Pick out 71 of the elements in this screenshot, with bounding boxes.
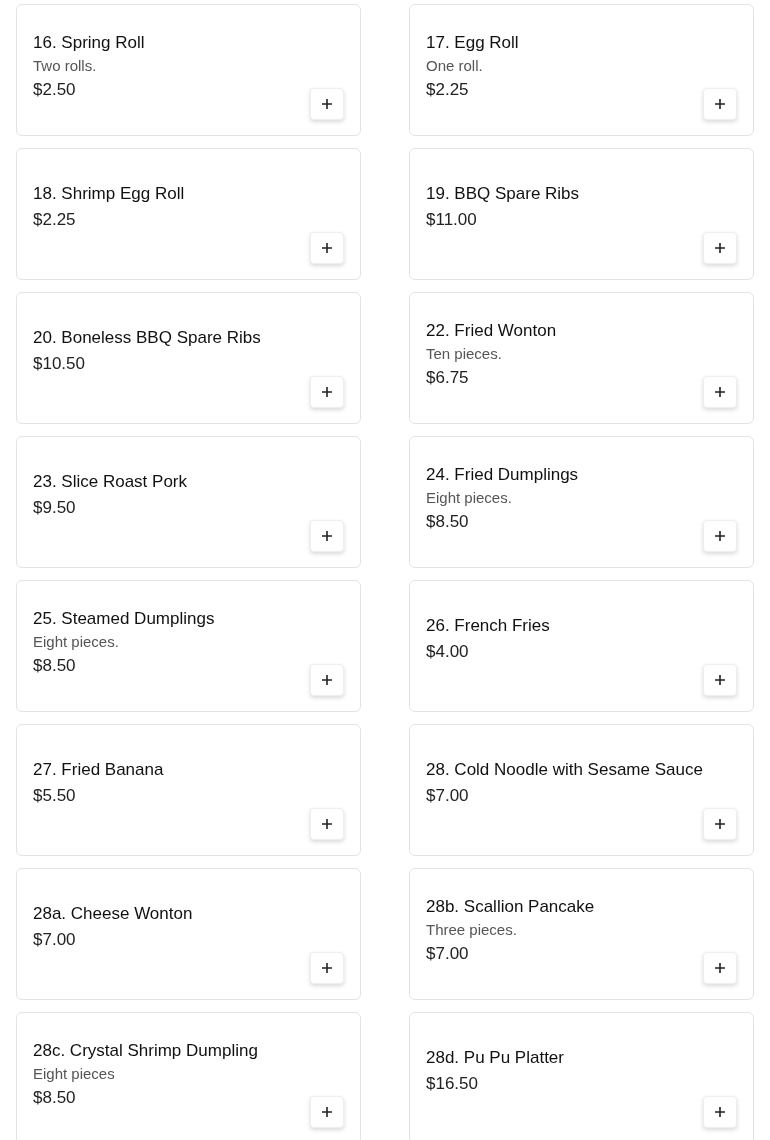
add-button[interactable] [703, 1096, 737, 1128]
item-name: 17. Egg Roll [426, 33, 520, 53]
item-price: $7.00 [426, 944, 470, 964]
add-button[interactable] [703, 952, 737, 984]
add-button[interactable] [310, 664, 344, 696]
item-name: 27. Fried Banana [33, 759, 165, 780]
item-description: Eight pieces. [426, 489, 513, 506]
item-name: 18. Shrimp Egg Roll [33, 183, 186, 204]
add-button[interactable] [703, 664, 737, 696]
add-button[interactable] [310, 952, 344, 984]
add-button[interactable] [310, 88, 344, 120]
item-description: Eight pieces. [33, 633, 120, 650]
plus-icon [322, 675, 332, 685]
item-name: 25. Steamed Dumplings [33, 609, 216, 629]
add-button[interactable] [310, 232, 344, 264]
item-name: 26. French Fries [426, 615, 551, 636]
item-price: $4.00 [426, 641, 470, 662]
item-price: $8.50 [33, 656, 77, 676]
item-description: Three pieces. [426, 921, 518, 938]
plus-icon [715, 963, 725, 973]
item-name: 16. Spring Roll [33, 33, 146, 53]
item-price: $2.25 [33, 209, 77, 230]
plus-icon [715, 531, 725, 541]
item-price: $7.00 [426, 785, 470, 806]
add-button[interactable] [703, 376, 737, 408]
item-description: Ten pieces. [426, 345, 503, 362]
add-button[interactable] [703, 520, 737, 552]
plus-icon [715, 1107, 725, 1117]
plus-icon [322, 387, 332, 397]
plus-icon [715, 819, 725, 829]
item-name: 28a. Cheese Wonton [33, 903, 194, 924]
add-button[interactable] [310, 1096, 344, 1128]
plus-icon [322, 531, 332, 541]
add-button[interactable] [703, 88, 737, 120]
item-name: 22. Fried Wonton [426, 321, 558, 341]
plus-icon [715, 675, 725, 685]
item-name: 28. Cold Noodle with Sesame Sauce [426, 759, 703, 780]
add-button[interactable] [310, 808, 344, 840]
item-price: $16.50 [426, 1073, 479, 1094]
add-button[interactable] [310, 520, 344, 552]
item-name: 28d. Pu Pu Platter [426, 1047, 565, 1068]
item-name: 28c. Crystal Shrimp Dumpling [33, 1041, 259, 1061]
item-description: One roll. [426, 57, 484, 74]
add-button[interactable] [703, 808, 737, 840]
plus-icon [322, 99, 332, 109]
plus-icon [322, 243, 332, 253]
item-price: $5.50 [33, 785, 77, 806]
add-button[interactable] [703, 232, 737, 264]
plus-icon [715, 99, 725, 109]
item-name: 23. Slice Roast Pork [33, 471, 188, 492]
plus-icon [715, 387, 725, 397]
plus-icon [322, 819, 332, 829]
item-price: $2.50 [33, 80, 77, 100]
item-name: 20. Boneless BBQ Spare Ribs [33, 327, 262, 348]
add-button[interactable] [310, 376, 344, 408]
item-price: $8.50 [33, 1088, 77, 1108]
item-name: 19. BBQ Spare Ribs [426, 183, 581, 204]
item-name: 24. Fried Dumplings [426, 465, 580, 485]
item-price: $11.00 [426, 209, 478, 230]
item-price: $6.75 [426, 368, 470, 388]
item-price: $9.50 [33, 497, 77, 518]
item-name: 28b. Scallion Pancake [426, 897, 596, 917]
plus-icon [715, 243, 725, 253]
item-price: $8.50 [426, 512, 470, 532]
plus-icon [322, 1107, 332, 1117]
item-description: Eight pieces [33, 1065, 116, 1082]
item-description: Two rolls. [33, 57, 98, 74]
item-price: $10.50 [33, 353, 86, 374]
plus-icon [322, 963, 332, 973]
item-price: $7.00 [33, 929, 77, 950]
item-price: $2.25 [426, 80, 470, 100]
